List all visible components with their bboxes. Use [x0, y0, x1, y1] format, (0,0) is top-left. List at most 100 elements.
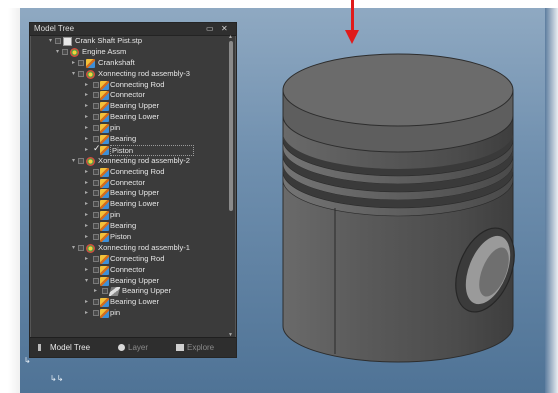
expand-arrow-icon[interactable]: ▸: [72, 58, 75, 69]
visibility-checkbox[interactable]: [78, 244, 84, 251]
tree-item[interactable]: ▸ Bearing Lower: [30, 112, 226, 123]
close-icon[interactable]: ✕: [221, 23, 228, 35]
tree-scrollbar[interactable]: ▲ ▼: [228, 34, 234, 338]
visibility-checkbox[interactable]: [93, 223, 99, 230]
visibility-checkbox[interactable]: [93, 103, 99, 110]
tree-item[interactable]: ▸ pin: [30, 123, 226, 134]
tab-explore[interactable]: Explore: [176, 342, 214, 354]
visibility-checkbox[interactable]: [93, 125, 99, 132]
expand-arrow-icon[interactable]: ▸: [85, 210, 88, 221]
tree-item[interactable]: ▸ Bearing: [30, 134, 226, 145]
tab-label: Explore: [187, 343, 215, 352]
tree-item[interactable]: ▾ Xonnecting rod assembly-3: [30, 69, 226, 80]
visibility-checkbox[interactable]: [93, 212, 99, 219]
visibility-checkbox[interactable]: [55, 38, 61, 44]
tree-item[interactable]: ▾ Xonnecting rod assembly-1: [30, 243, 226, 254]
visibility-checkbox[interactable]: [93, 114, 99, 121]
visibility-checkbox[interactable]: [93, 190, 99, 197]
visibility-checkbox[interactable]: [78, 157, 84, 164]
tree-item[interactable]: ▸ Connector: [30, 178, 226, 189]
expand-arrow-icon[interactable]: ▸: [85, 80, 88, 91]
expand-arrow-icon[interactable]: ▸: [85, 178, 88, 189]
tree-item[interactable]: ▾ Crank Shaft Pist.stp: [30, 36, 226, 47]
expand-arrow-icon[interactable]: ▸: [85, 308, 88, 319]
tree-item[interactable]: ▸ Piston: [30, 232, 226, 243]
tree-item[interactable]: ▸ Bearing Upper: [30, 101, 226, 112]
expand-arrow-icon[interactable]: ▸: [94, 286, 97, 297]
visibility-checkbox[interactable]: [93, 81, 99, 88]
collapse-arrow-icon[interactable]: ▾: [85, 276, 88, 287]
tree-item[interactable]: ▸ Bearing: [30, 221, 226, 232]
visibility-checkbox[interactable]: [93, 234, 99, 241]
tree-item[interactable]: ▸ Bearing Upper: [30, 286, 226, 297]
expand-arrow-icon[interactable]: ▸: [85, 90, 88, 101]
part-icon: [86, 58, 95, 68]
expand-arrow-icon[interactable]: ▸: [85, 232, 88, 243]
expand-arrow-icon[interactable]: ▸: [85, 199, 88, 210]
restore-icon[interactable]: ▭: [206, 23, 214, 35]
visibility-checkbox[interactable]: [93, 201, 99, 208]
expand-arrow-icon[interactable]: ▸: [85, 254, 88, 265]
visibility-checkbox[interactable]: [93, 179, 99, 186]
tree-item[interactable]: ▸ Connecting Rod: [30, 80, 226, 91]
indicator-arrow-icon: [351, 0, 354, 32]
visibility-checkbox[interactable]: [102, 288, 108, 295]
visibility-checkbox[interactable]: [93, 310, 99, 317]
visibility-checkbox[interactable]: [93, 92, 99, 99]
axis-triad-small-icon: ↳↳: [50, 374, 64, 383]
part-icon: [100, 189, 109, 199]
tree-item-label: Bearing Lower: [110, 297, 159, 307]
tree-item[interactable]: ▸ Connecting Rod: [30, 254, 226, 265]
tree-item-label: Connecting Rod: [110, 166, 165, 176]
panel-title-bar[interactable]: Model Tree ▭ ✕: [30, 23, 236, 36]
visibility-checkbox[interactable]: [78, 59, 84, 66]
visibility-checkbox[interactable]: [93, 136, 99, 143]
expand-arrow-icon[interactable]: ▸: [85, 297, 88, 308]
visibility-checkbox[interactable]: [93, 168, 99, 175]
scroll-thumb[interactable]: [229, 41, 233, 211]
tree-item[interactable]: ▸ Crankshaft: [30, 58, 226, 69]
visibility-checkbox[interactable]: [78, 70, 84, 77]
tree-item[interactable]: ▸ Bearing Upper: [30, 188, 226, 199]
collapse-arrow-icon[interactable]: ▾: [72, 243, 75, 254]
tree-item[interactable]: ▾ Bearing Upper: [30, 276, 226, 287]
expand-arrow-icon[interactable]: ▸: [85, 167, 88, 178]
tree-item[interactable]: ▸ Connector: [30, 265, 226, 276]
tree-item[interactable]: ▾ Xonnecting rod assembly-2: [30, 156, 226, 167]
expand-arrow-icon[interactable]: ▸: [85, 265, 88, 276]
collapse-arrow-icon[interactable]: ▾: [72, 69, 75, 80]
visibility-checkbox[interactable]: [62, 48, 68, 55]
tree-item[interactable]: ▸ Connector: [30, 90, 226, 101]
expand-arrow-icon[interactable]: ▸: [85, 188, 88, 199]
tree-item[interactable]: ▸ Connecting Rod: [30, 167, 226, 178]
tree-item-label: Piston: [110, 144, 195, 156]
tree-item[interactable]: ▸ Bearing Lower: [30, 297, 226, 308]
expand-arrow-icon[interactable]: ▸: [85, 112, 88, 123]
tree-item[interactable]: ▸ pin: [30, 308, 226, 319]
part-icon: [100, 113, 109, 123]
scroll-up-icon[interactable]: ▲: [228, 34, 233, 40]
expand-arrow-icon[interactable]: ▸: [85, 145, 88, 156]
expand-arrow-icon[interactable]: ▸: [85, 134, 88, 145]
tree-item[interactable]: ▸ Bearing Lower: [30, 199, 226, 210]
tree-item-label: Bearing: [110, 221, 137, 231]
visibility-checkbox[interactable]: [93, 277, 99, 284]
collapse-arrow-icon[interactable]: ▾: [56, 47, 59, 58]
tree-item[interactable]: ▾ Engine Assm: [30, 47, 226, 58]
tree-item[interactable]: ▸ ✓ Piston: [30, 143, 226, 156]
collapse-arrow-icon[interactable]: ▾: [49, 36, 52, 47]
tree-item-label: Connecting Rod: [110, 253, 165, 263]
expand-arrow-icon[interactable]: ▸: [85, 221, 88, 232]
collapse-arrow-icon[interactable]: ▾: [72, 156, 75, 167]
expand-arrow-icon[interactable]: ▸: [85, 101, 88, 112]
visibility-checkbox[interactable]: [93, 255, 99, 262]
visibility-checkbox[interactable]: [93, 299, 99, 306]
tab-model-tree[interactable]: Model Tree: [38, 342, 90, 354]
tree-item-label: Bearing Upper: [110, 275, 159, 285]
visibility-checkbox[interactable]: [93, 266, 99, 273]
expand-arrow-icon[interactable]: ▸: [85, 123, 88, 134]
tab-layer[interactable]: Layer: [118, 342, 148, 354]
folder-icon: [176, 344, 184, 352]
tree-item[interactable]: ▸ pin: [30, 210, 226, 221]
part-icon: [100, 298, 109, 308]
